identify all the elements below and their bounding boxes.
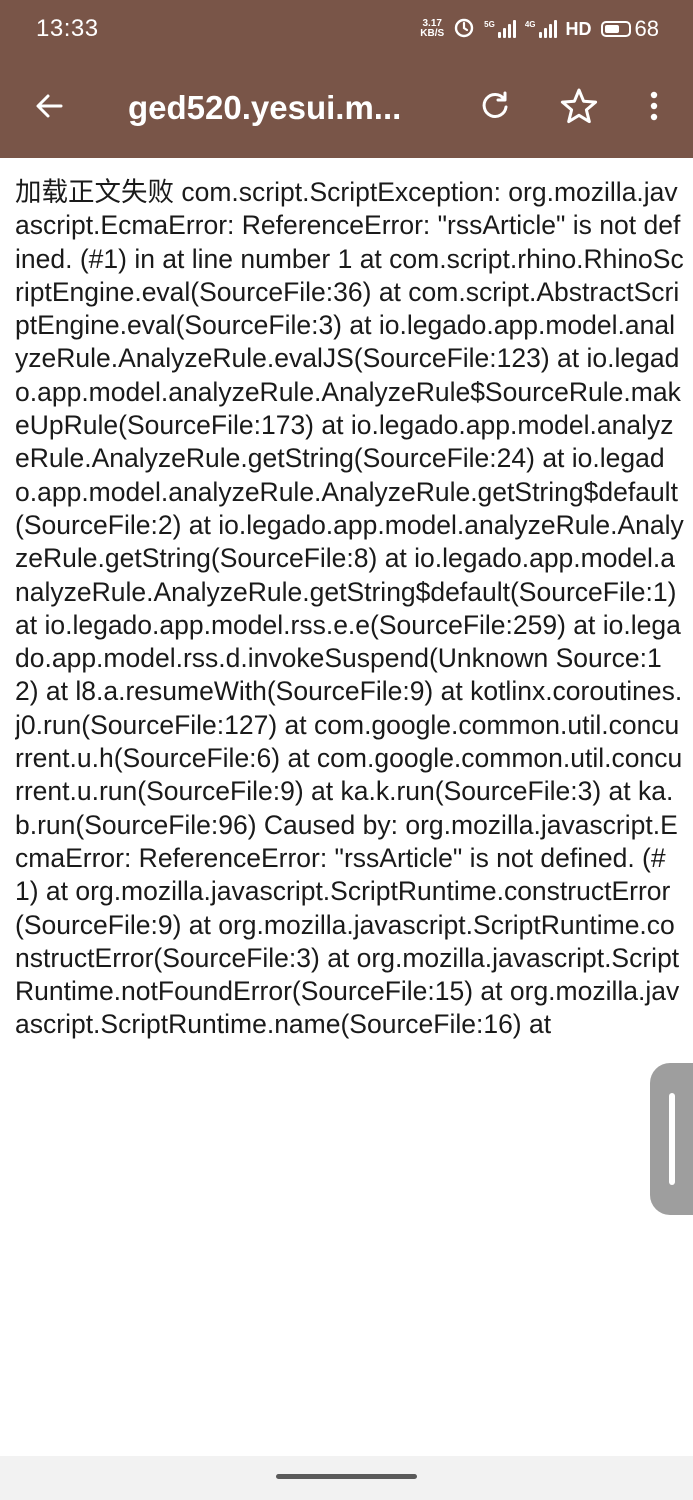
signal-4g-label: 4G: [524, 20, 536, 29]
battery-level: 68: [634, 16, 659, 41]
refresh-icon: [478, 89, 512, 128]
network-speed-unit: KB/S: [420, 28, 445, 39]
refresh-button[interactable]: [467, 80, 523, 136]
article-content[interactable]: 加载正文失败 com.script.ScriptException: org.m…: [15, 176, 685, 1456]
alarm-icon: [453, 16, 475, 43]
battery-body: [600, 21, 631, 37]
home-gesture-handle[interactable]: [276, 1474, 417, 1479]
back-button[interactable]: [21, 80, 77, 136]
network-speed: 3.17 KB/S: [420, 19, 444, 39]
gesture-nav-bar: [0, 1456, 693, 1500]
error-message: 加载正文失败 com.script.ScriptException: org.m…: [15, 177, 684, 1040]
scroll-grip: [669, 1093, 675, 1185]
more-options-button[interactable]: [626, 80, 682, 136]
favorite-button[interactable]: [551, 80, 607, 136]
status-icons: 3.17 KB/S 5G 4G HD 68: [420, 14, 659, 44]
signal-5g-icon: 5G: [484, 20, 516, 38]
signal-5g-label: 5G: [484, 20, 495, 29]
fast-scroll-thumb[interactable]: [650, 1063, 693, 1215]
toolbar: ged520.yesui.m...: [0, 58, 693, 158]
back-arrow-icon: [33, 90, 65, 127]
battery-icon: 68: [600, 16, 659, 42]
page-title: ged520.yesui.m...: [128, 89, 402, 126]
hd-voice-icon: HD: [565, 18, 592, 39]
signal-4g-icon: 4G: [525, 20, 557, 38]
star-outline-icon: [560, 87, 598, 130]
status-time: 13:33: [36, 15, 99, 42]
screen: 13:33 3.17 KB/S 5G 4G HD 68 ged520.yesui…: [0, 0, 693, 1500]
status-bar: 13:33 3.17 KB/S 5G 4G HD 68: [0, 0, 693, 58]
battery-fill: [604, 25, 620, 33]
more-vert-icon: [648, 90, 660, 127]
